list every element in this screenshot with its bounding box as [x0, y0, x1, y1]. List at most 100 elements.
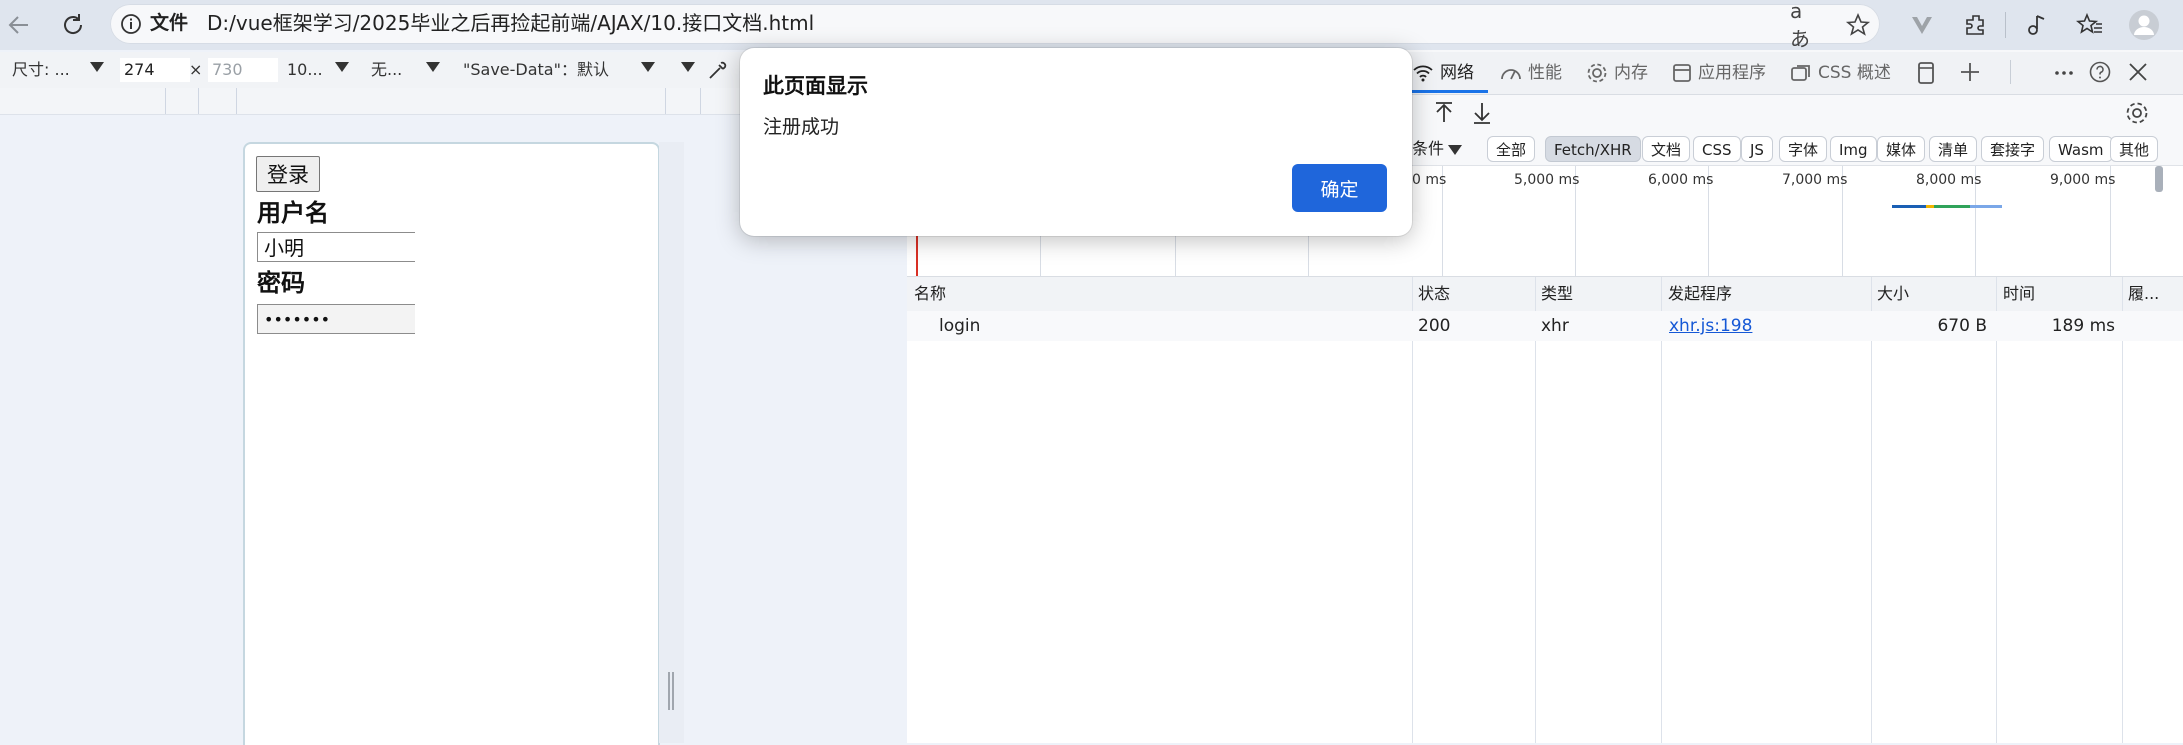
tab-application[interactable]: 应用程序: [1672, 60, 1766, 86]
ruler-tick: [236, 88, 237, 114]
filter-chip-manifest[interactable]: 清单: [1929, 136, 1978, 162]
initiator-link[interactable]: xhr.js:198: [1669, 316, 1752, 336]
request-size-cell: 670 B: [1937, 316, 1987, 336]
filter-chip-fetch-xhr[interactable]: Fetch/XHR: [1545, 136, 1641, 162]
column-divider[interactable]: [1996, 277, 1997, 743]
filter-chip-doc[interactable]: 文档: [1642, 136, 1691, 162]
column-divider[interactable]: [2122, 277, 2123, 743]
throttle-dropdown-icon[interactable]: [426, 62, 440, 72]
zoom-select[interactable]: 10...: [287, 60, 323, 80]
info-icon[interactable]: [120, 13, 142, 35]
network-settings-gear-icon[interactable]: [2124, 100, 2150, 126]
tab-network-label: 网络: [1440, 63, 1474, 83]
filter-chip-media[interactable]: 媒体: [1877, 136, 1926, 162]
request-waterfall-bar: [1892, 205, 2002, 208]
tab-memory[interactable]: 内存: [1586, 60, 1648, 86]
refresh-button[interactable]: [54, 6, 92, 44]
filter-chip-css[interactable]: CSS: [1693, 136, 1741, 162]
more-options-dropdown-icon[interactable]: [681, 62, 695, 72]
gauge-icon: [1501, 69, 1521, 80]
save-data-dropdown-icon[interactable]: [641, 62, 655, 72]
more-menu-icon[interactable]: [2052, 61, 2076, 85]
ruler-tick: [665, 88, 666, 114]
read-aloud-icon[interactable]: aあ: [1790, 0, 1822, 51]
password-label: 密码: [257, 269, 305, 297]
filter-chip-other[interactable]: 其他: [2110, 136, 2159, 162]
ruler-tick: [198, 88, 199, 114]
overview-scroll-handle[interactable]: [2155, 166, 2163, 192]
username-input[interactable]: 小明: [257, 232, 415, 262]
import-har-icon[interactable]: [1432, 100, 1456, 126]
request-status-cell: 200: [1418, 316, 1451, 336]
column-header-type[interactable]: 类型: [1541, 284, 1573, 304]
request-name-cell[interactable]: login: [939, 316, 980, 336]
request-type-cell: xhr: [1541, 316, 1569, 336]
viewport-resize-strip: [659, 142, 684, 743]
login-button[interactable]: 登录: [256, 156, 320, 192]
column-divider[interactable]: [1661, 277, 1662, 743]
eyedropper-icon[interactable]: [706, 58, 730, 82]
load-event-marker: [916, 236, 918, 276]
active-tab-indicator: [1408, 90, 1488, 93]
device-height-input[interactable]: 730: [208, 58, 278, 82]
filter-chip-all[interactable]: 全部: [1487, 136, 1536, 162]
zoom-dropdown-icon[interactable]: [335, 62, 349, 72]
resize-handle-icon[interactable]: [666, 672, 676, 710]
size-dropdown-icon[interactable]: [90, 62, 104, 72]
devtools-divider: [2010, 60, 2011, 84]
column-header-status[interactable]: 状态: [1418, 284, 1450, 304]
device-width-input[interactable]: 274: [120, 58, 190, 82]
column-header-initiator[interactable]: 发起程序: [1668, 284, 1732, 304]
favorite-star-icon[interactable]: [1842, 9, 1874, 41]
filter-conditions-label[interactable]: 条件: [1412, 139, 1444, 159]
dialog-ok-button[interactable]: 确定: [1292, 164, 1387, 212]
ruler-tick: [165, 88, 166, 114]
extensions-icon[interactable]: [1960, 9, 1992, 41]
file-scheme-label: 文件: [150, 12, 189, 34]
column-divider[interactable]: [1412, 277, 1413, 743]
filter-dropdown-icon[interactable]: [1448, 145, 1462, 155]
device-mode-icon[interactable]: [1914, 61, 1938, 85]
tab-css-overview-label: CSS 概述: [1818, 63, 1891, 83]
throttle-select[interactable]: 无...: [371, 60, 402, 80]
add-tab-plus-icon[interactable]: [1958, 60, 1982, 84]
column-header-size[interactable]: 大小: [1877, 284, 1909, 304]
tab-css-overview[interactable]: CSS 概述: [1790, 60, 1891, 86]
timeline-label: 0 ms: [1412, 172, 1447, 188]
back-button[interactable]: [0, 6, 38, 44]
tab-application-label: 应用程序: [1698, 63, 1766, 83]
profile-avatar-icon[interactable]: [2128, 9, 2160, 41]
timeline-label: 5,000 ms: [1514, 172, 1580, 188]
tab-memory-label: 内存: [1614, 63, 1648, 83]
timeline-label: 6,000 ms: [1648, 172, 1714, 188]
column-header-more[interactable]: 履...: [2128, 284, 2159, 304]
toolbar-divider: [2005, 12, 2006, 38]
url-text[interactable]: D:/vue框架学习/2025毕业之后再捡起前端/AJAX/10.接口文档.ht…: [207, 10, 814, 36]
tab-network[interactable]: 网络: [1412, 60, 1474, 86]
username-label: 用户名: [257, 199, 329, 227]
help-icon[interactable]: [2088, 60, 2112, 84]
media-control-icon[interactable]: [2020, 9, 2052, 41]
filter-chip-font[interactable]: 字体: [1779, 136, 1828, 162]
export-har-icon[interactable]: [1470, 100, 1494, 126]
refresh-icon: [64, 14, 83, 34]
filter-chip-wasm[interactable]: Wasm: [2049, 136, 2113, 162]
password-input[interactable]: •••••••: [257, 304, 415, 334]
wifi-icon: [1413, 65, 1433, 82]
ruler-tick: [700, 88, 701, 114]
column-divider[interactable]: [1871, 277, 1872, 743]
request-initiator-cell[interactable]: xhr.js:198: [1669, 316, 1752, 336]
filter-chip-js[interactable]: JS: [1741, 136, 1773, 162]
filter-chip-img[interactable]: Img: [1830, 136, 1877, 162]
tab-performance[interactable]: 性能: [1500, 60, 1562, 86]
save-data-select[interactable]: "Save-Data"：默认: [463, 60, 609, 80]
device-size-label[interactable]: 尺寸: ...: [12, 60, 70, 80]
vue-devtools-icon[interactable]: [1906, 9, 1938, 41]
column-divider[interactable]: [1535, 277, 1536, 743]
column-header-name[interactable]: 名称: [914, 284, 946, 304]
favorites-list-icon[interactable]: [2074, 9, 2106, 41]
close-devtools-icon[interactable]: [2127, 61, 2149, 83]
back-arrow-icon: [8, 16, 28, 34]
column-header-time[interactable]: 时间: [2003, 284, 2035, 304]
filter-chip-socket[interactable]: 套接字: [1981, 136, 2045, 162]
